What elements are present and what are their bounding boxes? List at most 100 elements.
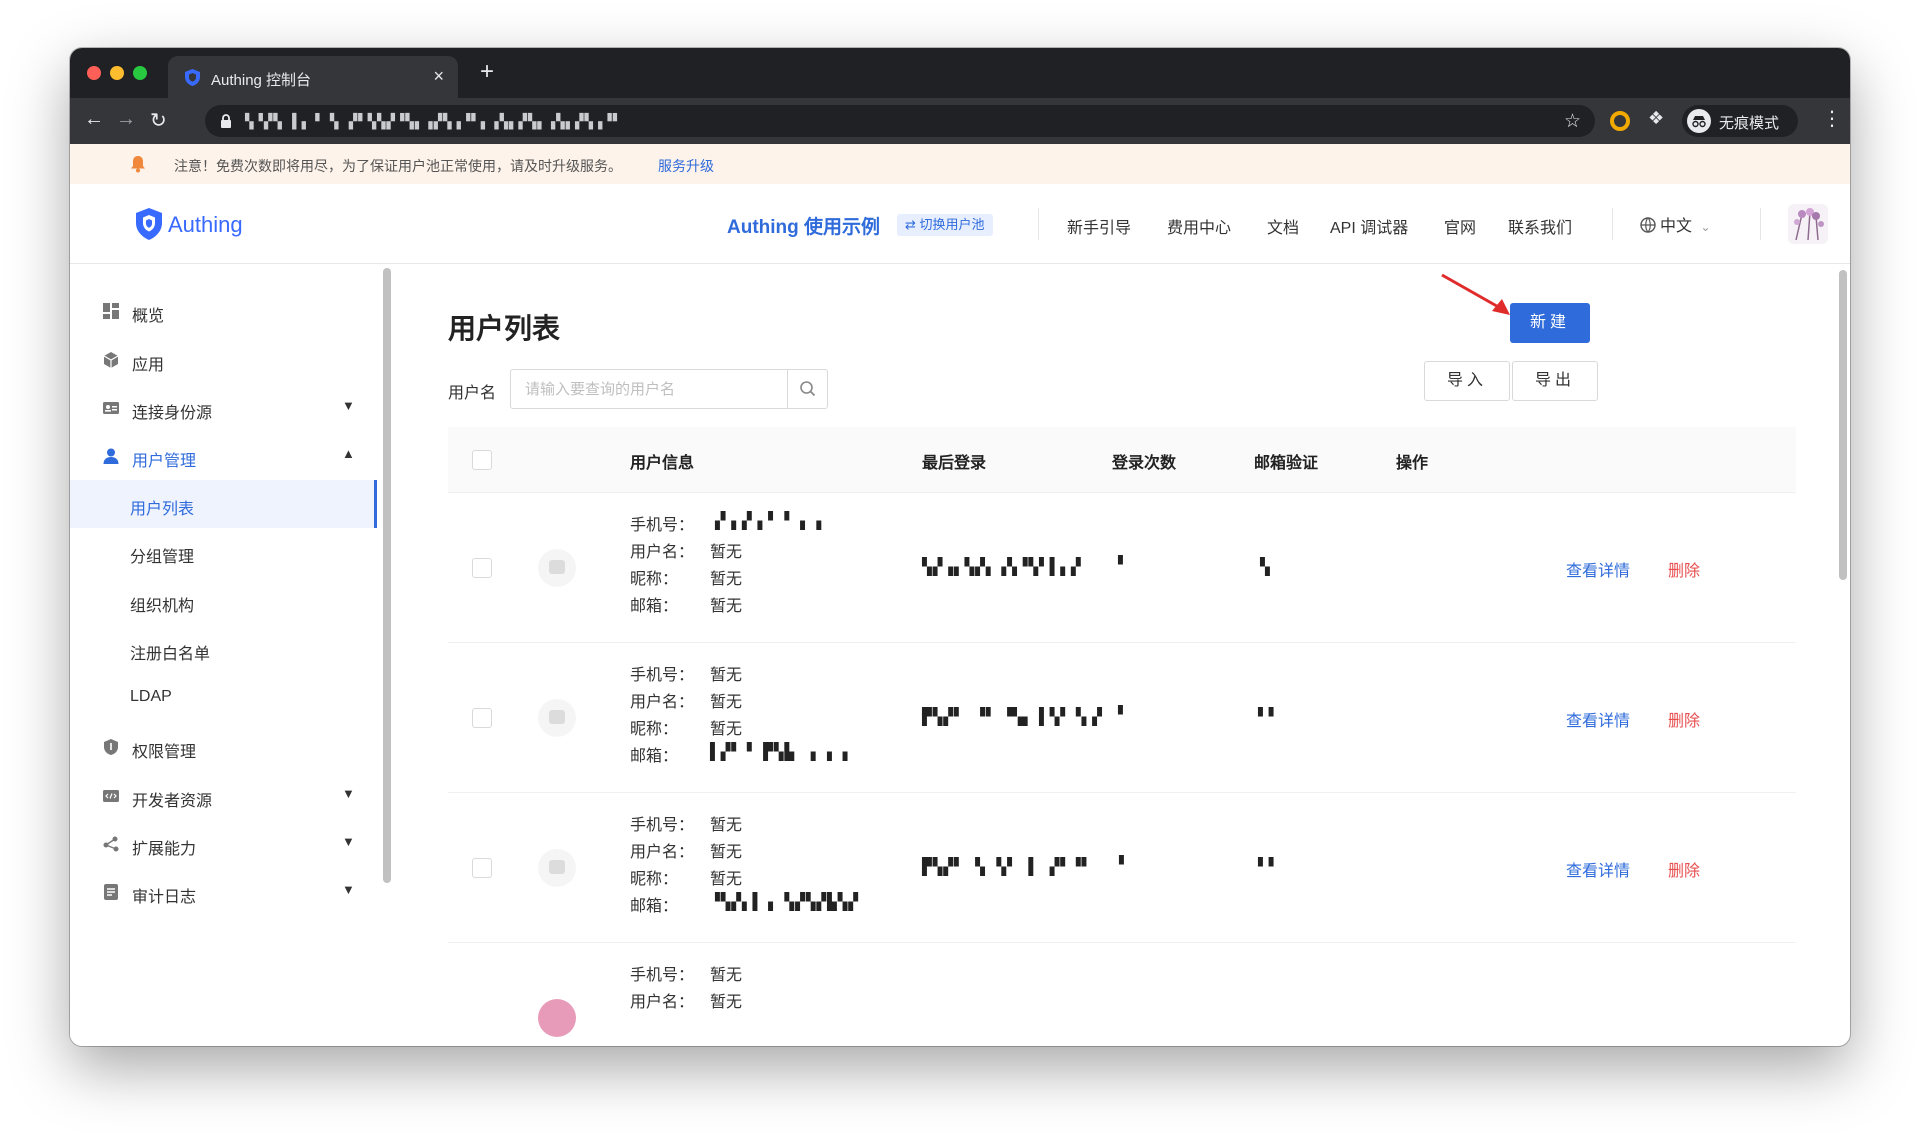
delete-link[interactable]: 删除 — [1668, 857, 1700, 881]
sidebar-item-permissions[interactable]: 权限管理 — [70, 723, 377, 771]
username-filter-label: 用户名 — [448, 385, 497, 402]
main-content: 用户列表 新建 用户名 导入 导出 — [400, 265, 1850, 1046]
nav-link-docs[interactable]: 文档 — [1267, 214, 1299, 238]
nav-link-getting-started[interactable]: 新手引导 — [1067, 214, 1131, 238]
row-checkbox[interactable] — [472, 558, 492, 578]
sidebar-item-label: 审计日志 — [132, 889, 197, 906]
language-label: 中文 — [1660, 218, 1693, 235]
sidebar-item-label: 连接身份源 — [132, 405, 213, 422]
info-key: 手机号： — [630, 517, 695, 534]
sidebar-subitem-registration-whitelist[interactable]: 注册白名单 — [70, 625, 377, 673]
upgrade-service-link[interactable]: 服务升级 — [658, 156, 714, 176]
delete-link[interactable]: 删除 — [1668, 707, 1700, 731]
row-checkbox[interactable] — [472, 858, 492, 878]
bookmark-star-icon[interactable]: ☆ — [1564, 110, 1581, 133]
main-scrollbar[interactable] — [1839, 270, 1847, 580]
sidebar-item-label: 扩展能力 — [132, 841, 197, 858]
info-value: 暂无 — [710, 817, 743, 834]
info-value: 暂无 — [710, 667, 743, 684]
upgrade-notice-bar: 注意！免费次数即将用尽，为了保证用户池正常使用，请及时升级服务。 服务升级 — [70, 144, 1850, 184]
language-switcher[interactable]: 中文 ⌄ — [1640, 212, 1711, 236]
user-avatar-placeholder — [538, 699, 576, 737]
info-key: 手机号： — [630, 967, 695, 984]
info-value: ▌▞▘▝ ▛▚▙ ▗ ▖▗ — [710, 742, 849, 761]
view-details-link[interactable]: 查看详情 — [1566, 707, 1630, 731]
login-count-cell: ▘ — [1118, 555, 1129, 574]
reload-icon[interactable]: ↻ — [150, 108, 167, 133]
tab-title: Authing 控制台 — [211, 72, 312, 89]
incognito-badge[interactable]: 无痕模式 — [1682, 105, 1798, 137]
screenshot-stage: Authing 控制台 × + ← → ↻ ▚▝▞▚ ▌▖▝ ▚ ▞▘▚▚▞▝▚… — [0, 0, 1920, 1138]
browser-window: Authing 控制台 × + ← → ↻ ▚▝▞▚ ▌▖▝ ▚ ▞▘▚▚▞▝▚… — [70, 48, 1850, 1046]
user-avatar[interactable] — [1788, 204, 1828, 244]
sidebar-subitem-groups[interactable]: 分组管理 — [70, 528, 377, 576]
incognito-label: 无痕模式 — [1719, 115, 1780, 132]
info-value: 暂无 — [710, 598, 743, 615]
row-checkbox[interactable] — [472, 708, 492, 728]
lock-icon — [221, 114, 231, 128]
sidebar-item-overview[interactable]: 概览 — [70, 287, 377, 335]
close-window-button[interactable] — [87, 66, 101, 80]
username-search-input[interactable] — [511, 370, 787, 408]
browser-menu-icon[interactable]: ⋮ — [1822, 106, 1842, 131]
switch-user-pool-button[interactable]: ⇄ 切换用户池 — [897, 214, 993, 236]
user-avatar — [538, 999, 576, 1037]
authing-logo[interactable]: Authing — [134, 206, 254, 242]
search-button[interactable] — [787, 370, 827, 408]
share-icon — [103, 836, 119, 852]
address-bar[interactable]: ▚▝▞▚ ▌▖▝ ▚ ▞▘▚▚▞▝▚▖▗▞▚▗▝▘▖▗▚▖▞▚▖▗▚▖▞▚▗▝▘… — [205, 105, 1595, 137]
robot-icon — [549, 710, 565, 724]
info-key: 邮箱： — [630, 898, 679, 915]
email-verified-cell: ▘▘ — [1258, 857, 1280, 876]
column-header-email-verified: 邮箱验证 — [1254, 455, 1319, 472]
maximize-window-button[interactable] — [133, 66, 147, 80]
user-avatar-placeholder — [538, 549, 576, 587]
info-key: 用户名： — [630, 694, 695, 711]
sidebar-subitem-ldap[interactable]: LDAP — [70, 673, 377, 721]
info-value: 暂无 — [710, 844, 743, 861]
sidebar-nav: 概览 应用 连接身份源 ▼ 用户管理 ▲ 用户列表 分组管理 组织机构 注册白名… — [70, 265, 377, 1046]
sidebar-item-user-management[interactable]: 用户管理 ▲ — [70, 432, 377, 480]
nav-link-billing[interactable]: 费用中心 — [1167, 214, 1231, 238]
browser-tab-bar: Authing 控制台 × + — [70, 48, 1850, 98]
browser-tab[interactable]: Authing 控制台 × — [168, 56, 458, 98]
nav-link-contact[interactable]: 联系我们 — [1508, 214, 1572, 238]
tab-close-icon[interactable]: × — [433, 66, 444, 87]
select-all-checkbox[interactable] — [472, 450, 492, 470]
sidebar-subitem-label: LDAP — [130, 688, 172, 705]
new-user-button[interactable]: 新建 — [1510, 303, 1590, 343]
robot-icon — [549, 560, 565, 574]
cube-icon — [103, 352, 119, 368]
sidebar-item-audit-log[interactable]: 审计日志 ▼ — [70, 868, 377, 916]
authing-shield-icon — [136, 208, 162, 240]
minimize-window-button[interactable] — [110, 66, 124, 80]
sidebar-item-identity-sources[interactable]: 连接身份源 ▼ — [70, 384, 377, 432]
header-divider — [1612, 208, 1613, 240]
new-tab-icon[interactable]: + — [480, 60, 494, 84]
view-details-link[interactable]: 查看详情 — [1566, 857, 1630, 881]
info-value: 暂无 — [710, 721, 743, 738]
sidebar-scrollbar[interactable] — [383, 268, 391, 883]
nav-link-api-explorer[interactable]: API 调试器 — [1330, 214, 1408, 238]
info-key: 邮箱： — [630, 748, 679, 765]
email-verified-cell: ▚ — [1260, 557, 1271, 576]
sidebar-subitem-organizations[interactable]: 组织机构 — [70, 577, 377, 625]
sidebar-item-developer-resources[interactable]: 开发者资源 ▼ — [70, 772, 377, 820]
sidebar-subitem-user-list[interactable]: 用户列表 — [70, 480, 377, 528]
nav-link-website[interactable]: 官网 — [1444, 214, 1476, 238]
chevron-down-icon: ▼ — [342, 786, 355, 801]
extensions-puzzle-icon[interactable]: ❖ — [1648, 108, 1664, 129]
import-button[interactable]: 导入 — [1424, 361, 1510, 401]
extension-ring-icon[interactable] — [1610, 111, 1630, 131]
forward-arrow-icon[interactable]: → — [116, 108, 136, 131]
view-details-link[interactable]: 查看详情 — [1566, 557, 1630, 581]
info-key: 用户名： — [630, 844, 695, 861]
sidebar-item-applications[interactable]: 应用 — [70, 336, 377, 384]
back-arrow-icon[interactable]: ← — [84, 108, 104, 131]
sidebar-item-extensions[interactable]: 扩展能力 ▼ — [70, 820, 377, 868]
browser-toolbar: ← → ↻ ▚▝▞▚ ▌▖▝ ▚ ▞▘▚▚▞▝▚▖▗▞▚▗▝▘▖▗▚▖▞▚▖▗▚… — [70, 98, 1850, 144]
delete-link[interactable]: 删除 — [1668, 557, 1700, 581]
column-header-login-count: 登录次数 — [1112, 455, 1177, 472]
login-count-cell: ▘ — [1118, 705, 1129, 724]
export-button[interactable]: 导出 — [1512, 361, 1598, 401]
